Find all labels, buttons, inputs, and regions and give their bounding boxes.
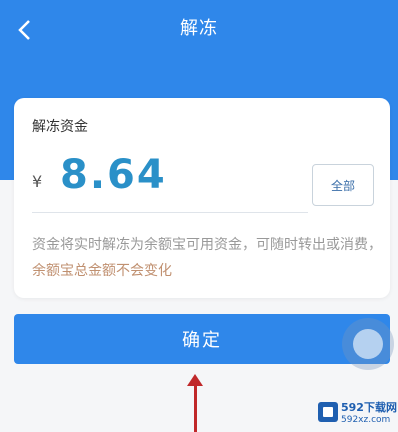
floating-assistive-ball[interactable] — [342, 318, 394, 370]
unfreeze-amount-label: 解冻资金 — [32, 119, 88, 135]
watermark: 592下载网 592xz.com — [318, 392, 398, 432]
currency-symbol: ¥ — [32, 172, 43, 191]
amount-input[interactable]: 8.64 — [60, 152, 167, 198]
divider — [32, 212, 308, 213]
watermark-subtext: 592xz.com — [341, 415, 391, 425]
confirm-button[interactable]: 确定 — [14, 314, 390, 364]
page-title: 解冻 — [180, 18, 218, 39]
description: 资金将实时解冻为余额宝可用资金，可随时转出或消费， 余额宝总金额不会变化 — [32, 232, 382, 284]
all-button[interactable]: 全部 — [312, 164, 374, 206]
unfreeze-card: 解冻资金 ¥ 8.64 全部 资金将实时解冻为余额宝可用资金，可随时转出或消费，… — [14, 98, 390, 298]
annotation-arrow — [194, 382, 197, 432]
description-text: 资金将实时解冻为余额宝可用资金，可随时转出或消费， — [32, 237, 382, 253]
floating-ball-icon — [353, 329, 383, 359]
watermark-text: 592下载网 — [341, 401, 397, 414]
watermark-logo-icon — [318, 402, 338, 422]
description-highlight: 余额宝总金额不会变化 — [32, 263, 172, 279]
